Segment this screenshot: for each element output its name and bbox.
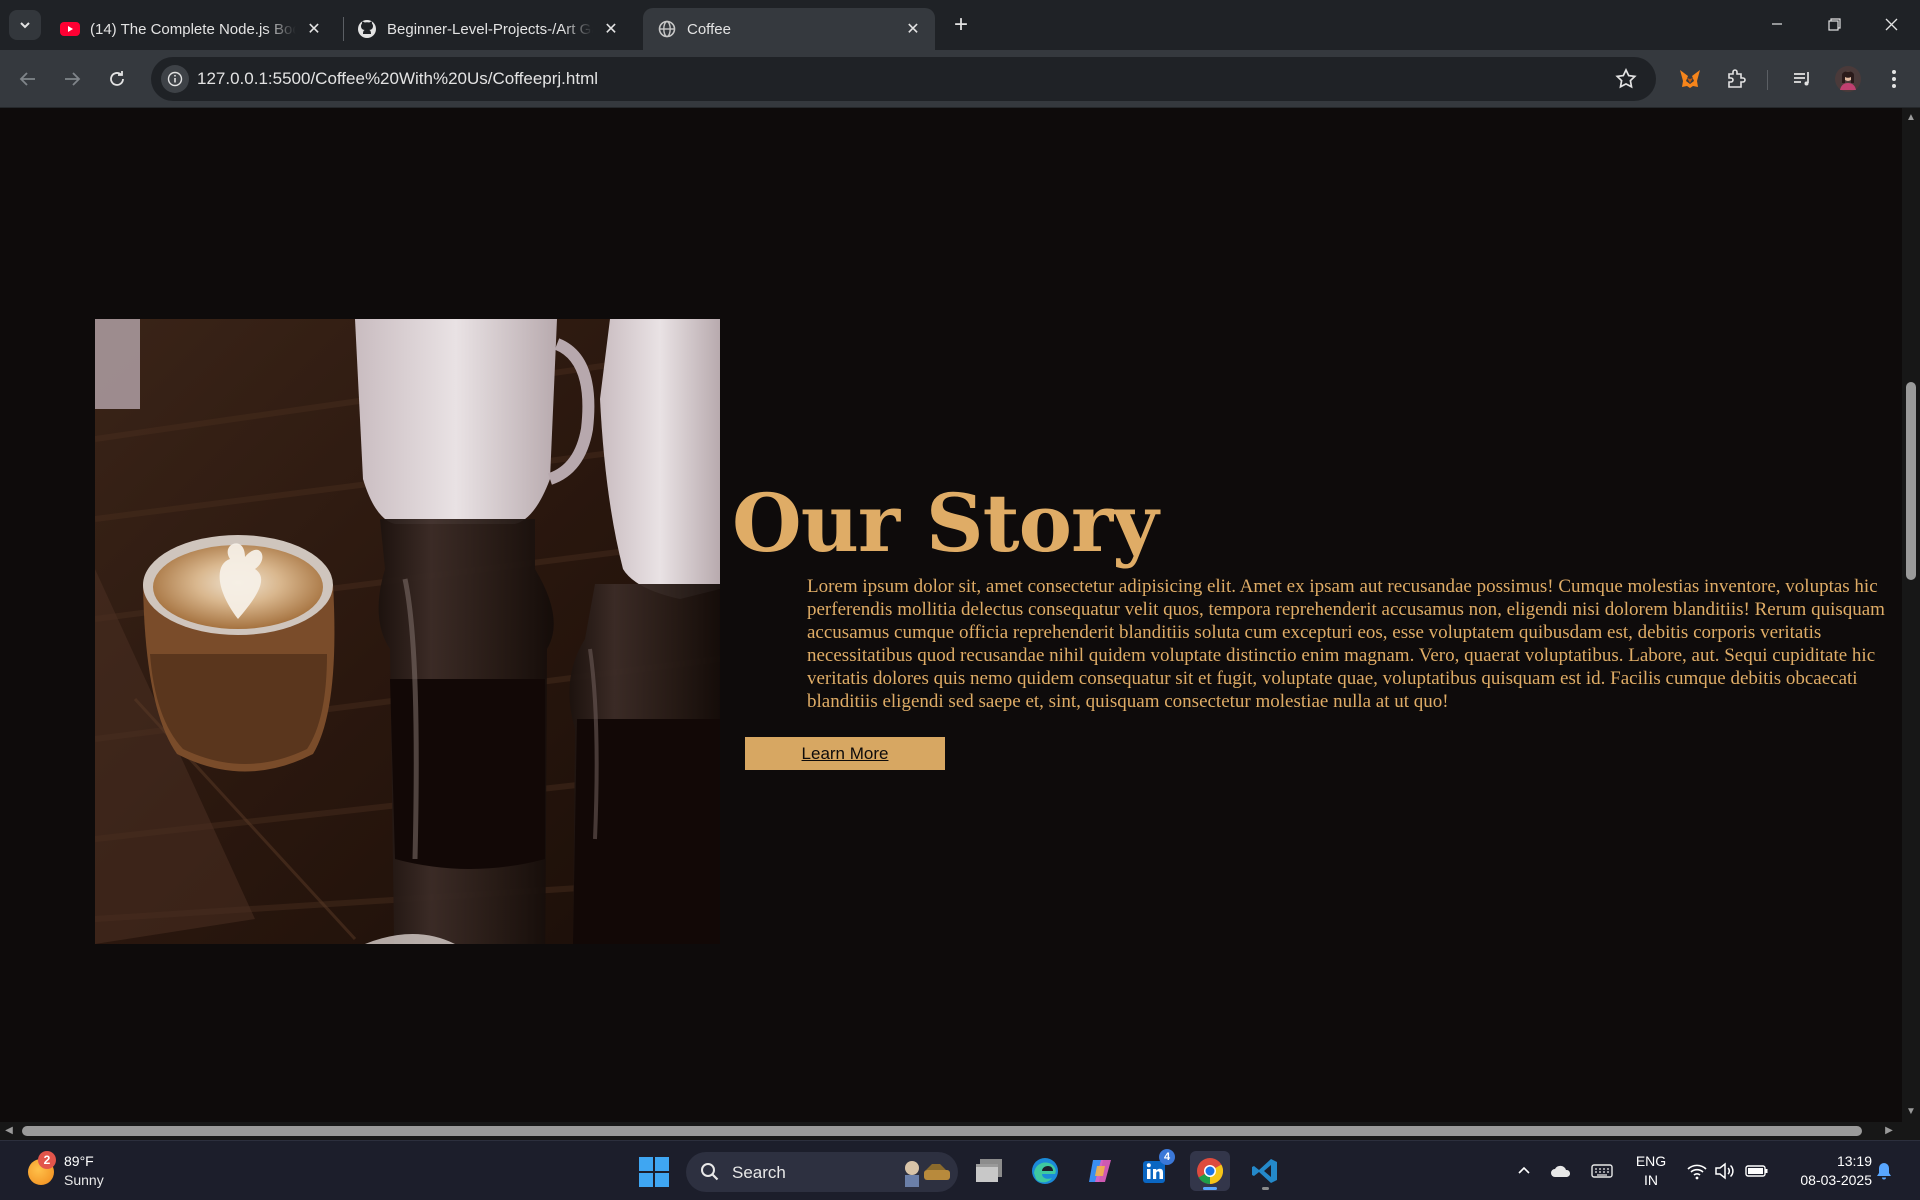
- more-menu-icon[interactable]: [1880, 65, 1908, 93]
- vscode-app[interactable]: [1245, 1151, 1285, 1191]
- address-bar[interactable]: 127.0.0.1:5500/Coffee%20With%20Us/Coffee…: [151, 57, 1656, 101]
- battery-icon[interactable]: [1745, 1159, 1769, 1183]
- input-language[interactable]: ENG IN: [1634, 1152, 1668, 1190]
- chrome-icon: [1197, 1158, 1224, 1185]
- copilot-icon: [1089, 1160, 1111, 1182]
- region-code: IN: [1644, 1172, 1658, 1188]
- scroll-up-arrow-icon[interactable]: ▲: [1906, 113, 1916, 123]
- edge-app[interactable]: [1025, 1151, 1065, 1191]
- tab-title: (14) The Complete Node.js Boot: [90, 20, 296, 38]
- toolbar-separator: [1767, 70, 1768, 90]
- search-icon: [701, 1163, 719, 1181]
- notification-badge: 2: [38, 1151, 56, 1169]
- copilot-app[interactable]: [1080, 1151, 1120, 1191]
- windows-start-button[interactable]: [639, 1157, 669, 1187]
- tab-nodejs[interactable]: (14) The Complete Node.js Boot ✕: [46, 8, 336, 50]
- vscode-icon: [1252, 1159, 1277, 1183]
- clock-time: 13:19: [1836, 1153, 1872, 1169]
- linkedin-app[interactable]: 4: [1135, 1149, 1175, 1191]
- back-button[interactable]: [12, 63, 44, 95]
- show-hidden-icons-chevron-icon[interactable]: [1512, 1159, 1536, 1183]
- story-paragraph: Lorem ipsum dolor sit, amet consectetur …: [807, 576, 1885, 712]
- github-icon: [357, 19, 377, 39]
- site-info-icon[interactable]: [161, 65, 189, 93]
- onedrive-cloud-icon[interactable]: [1549, 1159, 1573, 1183]
- url-text: 127.0.0.1:5500/Coffee%20With%20Us/Coffee…: [197, 69, 599, 88]
- browser-toolbar: 127.0.0.1:5500/Coffee%20With%20Us/Coffee…: [0, 50, 1920, 108]
- tab-title: Beginner-Level-Projects-/Art Ga: [387, 20, 593, 38]
- tab-title: Coffee: [687, 20, 731, 38]
- bookmark-star-icon[interactable]: [1614, 67, 1638, 91]
- forward-button[interactable]: [56, 63, 88, 95]
- volume-icon[interactable]: [1713, 1159, 1737, 1183]
- page-title: Our Story: [732, 476, 1159, 570]
- reload-icon: [110, 71, 124, 86]
- weather-temperature: 89°F: [64, 1153, 94, 1169]
- youtube-icon: [60, 19, 80, 39]
- wifi-icon[interactable]: [1685, 1159, 1709, 1183]
- learn-more-button[interactable]: Learn More: [745, 737, 945, 770]
- keyboard-icon[interactable]: [1590, 1159, 1614, 1183]
- close-window-button[interactable]: [1862, 0, 1920, 48]
- notification-bell-icon[interactable]: [1872, 1159, 1896, 1183]
- restore-icon: [1827, 17, 1841, 31]
- linkedin-badge: 4: [1159, 1149, 1175, 1165]
- globe-icon: [657, 19, 677, 39]
- new-tab-button[interactable]: +: [946, 10, 976, 40]
- close-icon: [1885, 18, 1897, 30]
- vertical-scroll-thumb[interactable]: [1906, 382, 1916, 580]
- tab-strip: (14) The Complete Node.js Boot ✕ Beginne…: [0, 0, 1920, 50]
- horizontal-scroll-thumb[interactable]: [22, 1126, 1862, 1136]
- horizontal-scrollbar[interactable]: ◀ ▶: [0, 1122, 1920, 1140]
- scroll-right-arrow-icon[interactable]: ▶: [1884, 1126, 1894, 1136]
- profile-avatar[interactable]: [1834, 65, 1862, 93]
- arrow-right-icon: [65, 72, 81, 86]
- chrome-app[interactable]: [1190, 1151, 1230, 1191]
- clock-date: 08-03-2025: [1800, 1172, 1872, 1188]
- running-indicator: [1262, 1187, 1269, 1190]
- arrow-left-icon: [19, 72, 35, 86]
- weather-widget[interactable]: 2 89°F Sunny: [24, 1151, 144, 1193]
- reload-button[interactable]: [101, 63, 133, 95]
- search-label: Search: [732, 1163, 786, 1182]
- folder-icon: [976, 1159, 1002, 1182]
- tab-github[interactable]: Beginner-Level-Projects-/Art Ga ✕: [343, 8, 633, 50]
- close-tab-icon[interactable]: ✕: [601, 19, 621, 39]
- minimize-icon: [1772, 23, 1782, 25]
- metamask-fox-icon[interactable]: [1676, 65, 1704, 93]
- search-highlight-icon: [905, 1161, 950, 1187]
- scroll-down-arrow-icon[interactable]: ▼: [1906, 1107, 1916, 1117]
- coffee-photo: [95, 319, 720, 944]
- weather-condition: Sunny: [64, 1172, 104, 1188]
- taskbar-search[interactable]: Search: [686, 1152, 958, 1192]
- minimize-button[interactable]: [1748, 0, 1806, 48]
- taskbar: 2 89°F Sunny Search 4 ENG IN 13:19 08-03…: [0, 1140, 1920, 1200]
- active-indicator: [1203, 1187, 1217, 1190]
- tab-search-button[interactable]: [9, 10, 41, 40]
- system-clock[interactable]: 13:19 08-03-2025: [1782, 1152, 1872, 1190]
- restore-button[interactable]: [1805, 0, 1863, 48]
- media-controls-icon[interactable]: [1788, 65, 1816, 93]
- close-tab-icon[interactable]: ✕: [903, 19, 923, 39]
- file-explorer-app[interactable]: [970, 1151, 1010, 1191]
- language-code: ENG: [1635, 1153, 1667, 1169]
- page-viewport: Our Story Lorem ipsum dolor sit, amet co…: [0, 108, 1902, 1122]
- extensions-puzzle-icon[interactable]: [1722, 65, 1750, 93]
- edge-icon: [1032, 1158, 1058, 1184]
- close-tab-icon[interactable]: ✕: [304, 19, 324, 39]
- chevron-down-icon: [20, 22, 30, 29]
- plus-icon: +: [953, 11, 968, 38]
- vertical-scrollbar[interactable]: ▲ ▼: [1902, 108, 1920, 1122]
- tab-coffee[interactable]: Coffee ✕: [643, 8, 935, 50]
- scroll-left-arrow-icon[interactable]: ◀: [4, 1126, 14, 1136]
